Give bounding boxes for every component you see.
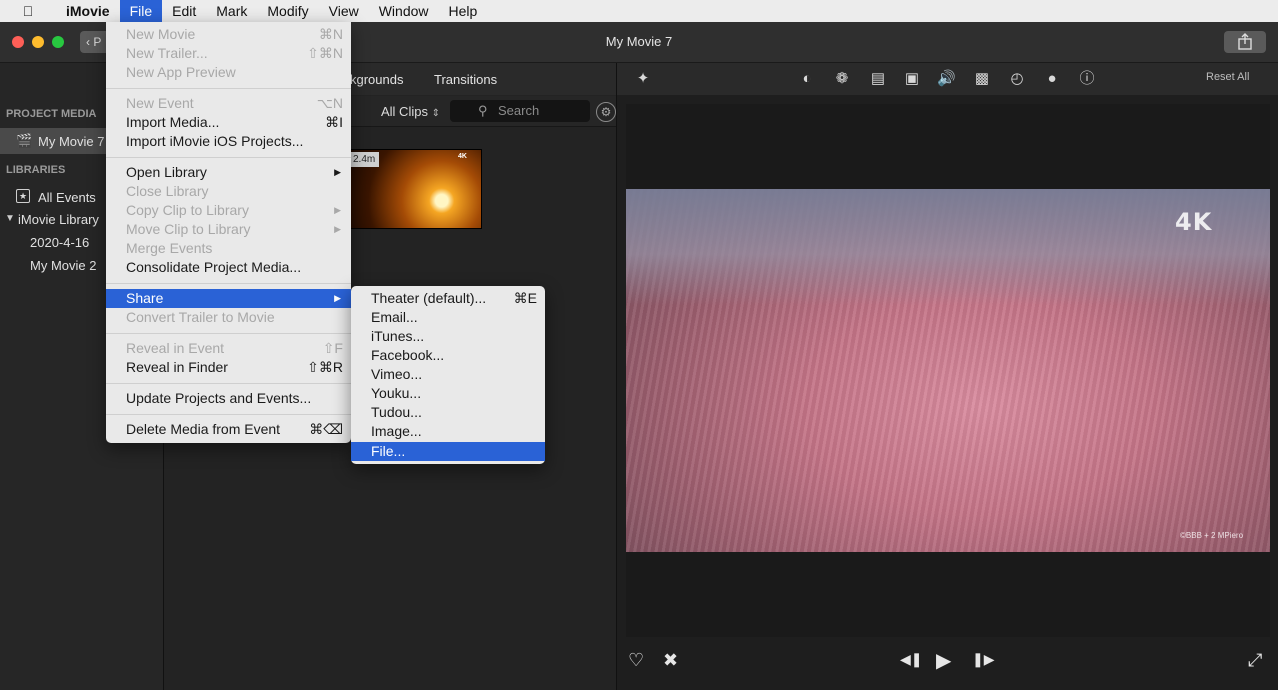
menu-item-move-clip-to-library[interactable]: Move Clip to Library ▶ — [106, 220, 351, 239]
share-item-file[interactable]: File... — [351, 442, 545, 461]
share-item-tudou[interactable]: Tudou... — [351, 403, 545, 422]
share-button[interactable] — [1224, 31, 1266, 53]
fullscreen-icon[interactable]: ⤢ — [1248, 650, 1262, 671]
search-field[interactable]: ⚲ Search — [450, 100, 590, 122]
info-icon[interactable]: ⓘ — [1078, 70, 1096, 88]
share-submenu: Theater (default)... ⌘E Email... iTunes..… — [351, 286, 545, 464]
menu-item-open-library[interactable]: Open Library ▶ — [106, 163, 351, 182]
share-item-vimeo[interactable]: Vimeo... — [351, 365, 545, 384]
menu-window[interactable]: Window — [369, 0, 439, 22]
skip-back-icon[interactable]: ◀❚ — [900, 651, 923, 668]
search-icon: ⚲ — [478, 103, 488, 118]
menu-help[interactable]: Help — [439, 0, 488, 22]
share-item-image[interactable]: Image... — [351, 422, 545, 441]
libraries-header: LIBRARIES — [6, 164, 66, 176]
menu-modify[interactable]: Modify — [257, 0, 318, 22]
clip-4k-badge: 4K — [458, 153, 467, 160]
menu-separator — [106, 88, 351, 89]
star-icon: ★ — [16, 189, 30, 203]
sidebar-item-project-label: My Movie 7 — [38, 134, 105, 149]
menu-item-convert-trailer[interactable]: Convert Trailer to Movie — [106, 308, 351, 327]
submenu-arrow-icon: ▶ — [334, 224, 341, 234]
sidebar-item-event-my-movie-2[interactable]: My Movie 2 — [30, 258, 96, 273]
apple-menu-icon[interactable]:  — [0, 0, 56, 22]
menu-separator — [106, 283, 351, 284]
menu-item-new-movie[interactable]: New Movie ⌘N — [106, 25, 351, 44]
clip-filter-icon[interactable]: ● — [1043, 70, 1061, 88]
heart-icon[interactable]: ♡ — [628, 650, 644, 671]
search-input: Search — [498, 103, 540, 118]
clips-filter-select[interactable]: All Clips ⇕ — [381, 104, 440, 119]
menu-item-new-trailer[interactable]: New Trailer... ⇧⌘N — [106, 44, 351, 63]
menu-separator — [106, 157, 351, 158]
menu-separator — [106, 333, 351, 334]
submenu-arrow-icon: ▶ — [334, 205, 341, 215]
updown-chevron-icon: ⇕ — [431, 108, 440, 119]
menu-item-close-library[interactable]: Close Library — [106, 182, 351, 201]
share-item-facebook[interactable]: Facebook... — [351, 346, 545, 365]
share-icon — [1238, 33, 1252, 50]
menu-item-update-projects[interactable]: Update Projects and Events... — [106, 389, 351, 408]
clapper-icon: 🎬 — [16, 133, 33, 148]
reset-all-button[interactable]: Reset All — [1206, 71, 1249, 83]
video-4k-badge: 4K — [1175, 208, 1213, 236]
menu-item-copy-clip-to-library[interactable]: Copy Clip to Library ▶ — [106, 201, 351, 220]
sidebar-item-all-events[interactable]: All Events — [38, 190, 96, 205]
clips-filter-value: All Clips — [381, 104, 428, 119]
disclosure-triangle-icon[interactable]: ▼ — [5, 213, 15, 224]
video-watermark: ©BBB + 2 MPiero — [1180, 531, 1244, 540]
menu-view[interactable]: View — [319, 0, 369, 22]
play-icon[interactable]: ▶ — [936, 648, 951, 673]
menu-item-consolidate-media[interactable]: Consolidate Project Media... — [106, 258, 351, 277]
magic-wand-icon[interactable]: ✦ — [634, 70, 652, 88]
gear-icon[interactable]: ⚙ — [596, 102, 616, 122]
submenu-arrow-icon: ▶ — [334, 293, 341, 303]
menu-mark[interactable]: Mark — [206, 0, 257, 22]
menu-item-reveal-in-event[interactable]: Reveal in Event ⇧F — [106, 339, 351, 358]
share-item-theater[interactable]: Theater (default)... ⌘E — [351, 289, 545, 308]
speed-icon[interactable]: ◴ — [1008, 70, 1026, 88]
menu-file[interactable]: File — [119, 0, 163, 22]
equalizer-icon[interactable]: ▩ — [973, 70, 991, 88]
tab-transitions[interactable]: Transitions — [434, 72, 497, 87]
menu-item-import-media[interactable]: Import Media... ⌘I — [106, 113, 351, 132]
menu-item-new-app-preview[interactable]: New App Preview — [106, 63, 351, 82]
menu-item-import-ios-projects[interactable]: Import iMovie iOS Projects... — [106, 132, 351, 151]
menu-separator — [106, 383, 351, 384]
color-palette-icon[interactable]: ❁ — [833, 70, 851, 88]
crop-icon[interactable]: ▤ — [869, 70, 887, 88]
video-frame — [626, 189, 1270, 552]
stabilization-icon[interactable]: ▣ — [903, 70, 921, 88]
menu-item-new-event[interactable]: New Event ⌥N — [106, 94, 351, 113]
menu-app-name[interactable]: iMovie — [56, 0, 120, 22]
share-item-email[interactable]: Email... — [351, 308, 545, 327]
tab-backgrounds[interactable]: kgrounds — [350, 72, 403, 87]
sidebar-item-library[interactable]: iMovie Library — [18, 212, 99, 227]
clip-duration-badge: 2.4m — [349, 152, 380, 167]
color-balance-icon[interactable]: ◐ — [798, 70, 816, 88]
menu-item-share[interactable]: Share ▶ — [106, 289, 351, 308]
menu-bar:  iMovie File Edit Mark Modify View Wind… — [0, 0, 1278, 22]
project-media-header: PROJECT MEDIA — [6, 108, 97, 120]
reject-icon[interactable]: ✖ — [663, 650, 678, 671]
volume-icon[interactable]: 🔊 — [937, 70, 956, 88]
menu-item-reveal-in-finder[interactable]: Reveal in Finder ⇧⌘R — [106, 358, 351, 377]
file-menu: New Movie ⌘N New Trailer... ⇧⌘N New App Pr… — [106, 22, 351, 443]
menu-separator — [106, 414, 351, 415]
menu-edit[interactable]: Edit — [162, 0, 206, 22]
submenu-arrow-icon: ▶ — [334, 167, 341, 177]
sidebar-item-event-2020-4-16[interactable]: 2020-4-16 — [30, 235, 89, 250]
skip-forward-icon[interactable]: ❚▶ — [972, 651, 995, 668]
menu-item-merge-events[interactable]: Merge Events — [106, 239, 351, 258]
menu-item-delete-media[interactable]: Delete Media from Event ⌘⌫ — [106, 420, 351, 439]
share-item-youku[interactable]: Youku... — [351, 384, 545, 403]
share-item-itunes[interactable]: iTunes... — [351, 327, 545, 346]
